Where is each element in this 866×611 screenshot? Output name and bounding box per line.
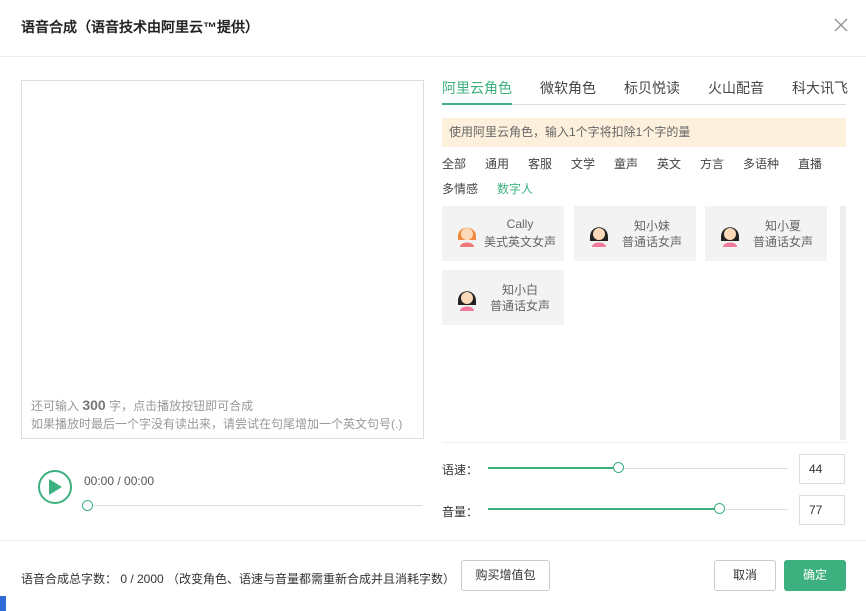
buy-package-button[interactable]: 购买增值包 (461, 560, 550, 591)
voice-card[interactable]: Cally 美式英文女声 (442, 206, 564, 261)
category-dialect[interactable]: 方言 (700, 155, 724, 172)
dialog-header: 语音合成（语音技术由阿里云™提供） (0, 0, 866, 57)
voice-list-scrollbar[interactable] (840, 206, 846, 440)
voice-name: Cally (506, 217, 534, 231)
tab-microsoft[interactable]: 微软角色 (540, 78, 596, 103)
dialog-title: 语音合成（语音技术由阿里云™提供） (21, 19, 259, 35)
speed-slider-handle[interactable] (613, 462, 624, 473)
tab-biaobei[interactable]: 标贝悦读 (624, 78, 680, 103)
tab-iflytek[interactable]: 科大讯飞 (792, 78, 848, 103)
voice-desc: 普通话女声 (621, 235, 682, 249)
voice-provider-tabs: 阿里云角色 微软角色 标贝悦读 火山配音 科大讯飞 (442, 78, 848, 105)
voice-name: 知小白 (501, 283, 538, 297)
category-digital-human[interactable]: 数字人 (497, 180, 533, 197)
playback-progress-handle[interactable] (82, 500, 93, 511)
voice-card[interactable]: 知小夏 普通话女声 (705, 206, 827, 261)
voice-list: Cally 美式英文女声 知小妹 普通话女声 知小夏 普通话女声 知小白 普通话… (442, 206, 840, 440)
voice-name: 知小夏 (764, 219, 801, 233)
tab-volcano[interactable]: 火山配音 (708, 78, 764, 103)
volume-label: 音量： (442, 505, 479, 519)
cancel-button[interactable]: 取消 (714, 560, 776, 591)
play-icon (49, 479, 62, 495)
footer-divider (0, 540, 866, 541)
voice-desc: 普通话女声 (752, 235, 813, 249)
playback-time: 00:00 / 00:00 (84, 474, 155, 488)
confirm-button[interactable]: 确定 (784, 560, 846, 591)
speed-input[interactable]: 44 (799, 454, 845, 484)
remaining-count: 300 (82, 397, 106, 413)
volume-input[interactable]: 77 (799, 495, 845, 525)
speech-synthesis-dialog: 语音合成（语音技术由阿里云™提供） 还可输入 300 字，点击播放按钮即可合成 … (0, 0, 866, 611)
voice-name: 知小妹 (633, 219, 670, 233)
category-multilingual[interactable]: 多语种 (743, 155, 779, 172)
volume-slider-handle[interactable] (714, 503, 725, 514)
category-child[interactable]: 童声 (614, 155, 638, 172)
period-hint: 如果播放时最后一个字没有读出来，请尝试在句尾增加一个英文句号(.) (31, 417, 403, 431)
category-live[interactable]: 直播 (798, 155, 822, 172)
voice-card[interactable]: 知小妹 普通话女声 (574, 206, 696, 261)
speed-label: 语速： (442, 463, 479, 477)
volume-slider-fill (488, 508, 720, 510)
tab-aliyun[interactable]: 阿里云角色 (442, 78, 512, 105)
text-input-area[interactable]: 还可输入 300 字，点击播放按钮即可合成 如果播放时最后一个字没有读出来，请尝… (21, 80, 424, 439)
category-general[interactable]: 通用 (485, 155, 509, 172)
remaining-hint: 还可输入 300 字，点击播放按钮即可合成 (31, 397, 254, 413)
voice-desc: 美式英文女声 (483, 235, 556, 249)
play-button[interactable] (38, 470, 72, 504)
category-all[interactable]: 全部 (442, 155, 466, 172)
voice-desc: 普通话女声 (489, 299, 550, 313)
category-service[interactable]: 客服 (528, 155, 552, 172)
window-edge (0, 596, 6, 611)
playback-progress-track[interactable] (87, 505, 422, 506)
speed-slider-fill (488, 467, 619, 469)
usage-notice: 使用阿里云角色，输入1个字将扣除1个字的量 (442, 118, 846, 147)
category-english[interactable]: 英文 (657, 155, 681, 172)
divider (442, 442, 846, 443)
close-icon[interactable] (832, 16, 850, 34)
category-literature[interactable]: 文学 (571, 155, 595, 172)
total-char-count: 语音合成总字数： 0 / 2000 （改变角色、语速与音量都需重新合成并且消耗字… (21, 572, 456, 586)
category-emotional[interactable]: 多情感 (442, 180, 478, 197)
voice-card[interactable]: 知小白 普通话女声 (442, 270, 564, 325)
